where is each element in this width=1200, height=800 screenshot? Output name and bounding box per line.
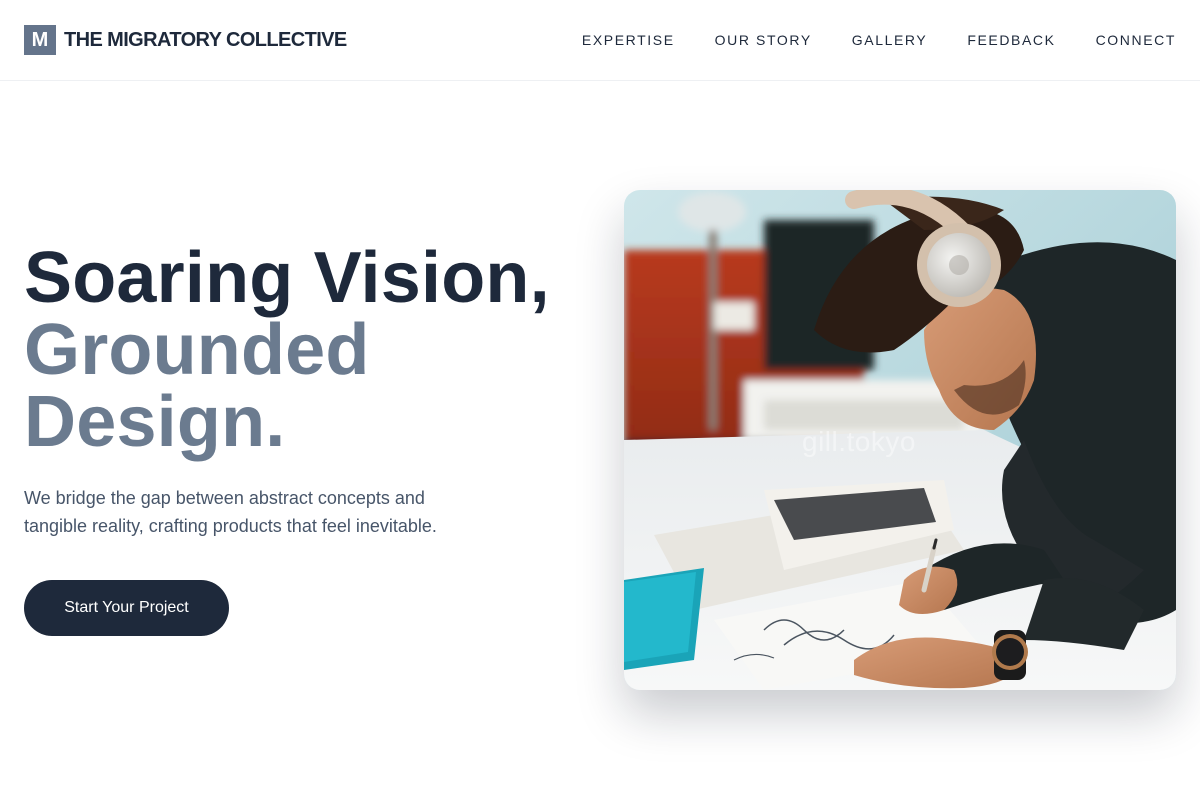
hero-title: Soaring Vision, Grounded Design. — [24, 242, 550, 458]
nav-link-feedback[interactable]: FEEDBACK — [967, 31, 1055, 49]
hero-title-line-2: Grounded — [24, 310, 370, 390]
main-nav: EXPERTISE OUR STORY GALLERY FEEDBACK CON… — [582, 31, 1176, 49]
nav-link-gallery[interactable]: GALLERY — [852, 31, 928, 49]
brand-name: THE MIGRATORY COLLECTIVE — [64, 28, 347, 51]
site-header: M THE MIGRATORY COLLECTIVE EXPERTISE OUR… — [0, 0, 1200, 81]
nav-link-our-story[interactable]: OUR STORY — [715, 31, 812, 49]
image-watermark: gill.tokyo — [802, 426, 916, 457]
hero-image: gill.tokyo — [624, 190, 1176, 690]
brand-logo[interactable]: M THE MIGRATORY COLLECTIVE — [24, 25, 347, 55]
start-project-button[interactable]: Start Your Project — [24, 580, 229, 636]
logo-mark: M — [24, 25, 56, 55]
hero-title-line-3: Design. — [24, 382, 286, 462]
hero-title-line-1: Soaring Vision, — [24, 238, 550, 318]
nav-link-connect[interactable]: CONNECT — [1096, 31, 1176, 49]
hero-subtitle: We bridge the gap between abstract conce… — [24, 488, 437, 536]
nav-link-expertise[interactable]: EXPERTISE — [582, 31, 675, 49]
